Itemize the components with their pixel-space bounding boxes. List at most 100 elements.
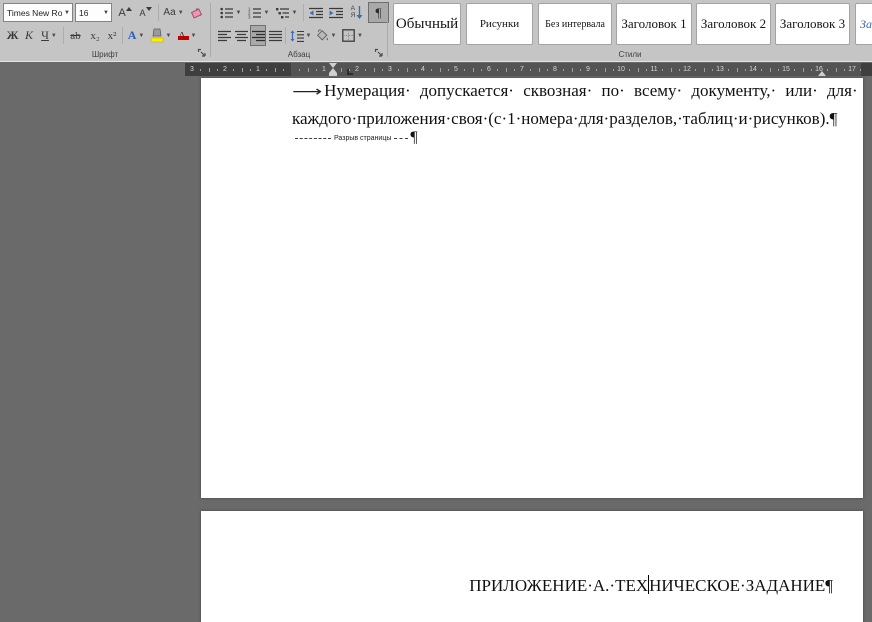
ruler-number: 9 <box>586 66 590 73</box>
ruler-number: 4 <box>421 66 425 73</box>
horizontal-ruler[interactable]: 3211234567891011121314151617 <box>185 63 872 76</box>
ruler-tick <box>728 69 729 71</box>
highlight-color-button[interactable]: ▼ <box>148 25 173 46</box>
svg-text:3: 3 <box>248 14 251 18</box>
ruler-number: 2 <box>223 66 227 73</box>
shading-button[interactable]: ▼ <box>314 25 338 46</box>
page-break-dash-right <box>394 138 408 139</box>
ruler-tick <box>596 69 597 71</box>
ruler-tick <box>382 69 383 71</box>
bullet-list-button[interactable]: ▼ <box>217 2 244 23</box>
ruler-tick <box>233 69 234 71</box>
heading-text-after-cursor: НИЧЕСКОЕ·ЗАДАНИЕ <box>649 576 825 595</box>
style-card-heading2[interactable]: Заголовок 2 <box>696 3 771 45</box>
borders-button[interactable]: ▼ <box>339 25 366 46</box>
ruler-tick <box>200 69 201 71</box>
strikethrough-button[interactable]: ab <box>65 25 86 46</box>
tab-stop-marker[interactable] <box>347 69 353 75</box>
subscript-button[interactable]: x₂ <box>87 25 103 46</box>
subscript-icon: x₂ <box>90 30 99 42</box>
ruler-text-area-band <box>291 63 861 76</box>
font-dialog-launcher-icon[interactable] <box>197 48 207 58</box>
line-2-text: каждого·приложения·своя·(с·1·номера·для·… <box>292 109 837 128</box>
heading-pilcrow: ¶ <box>825 576 833 595</box>
style-card-heading3[interactable]: Заголовок 3 <box>775 3 850 45</box>
ruler-tick <box>671 68 672 72</box>
font-color-button[interactable]: А ▼ <box>174 25 198 46</box>
ruler-tick <box>308 68 309 72</box>
ruler-number: 3 <box>388 66 392 73</box>
align-right-button[interactable] <box>250 25 266 46</box>
ruler-tick <box>440 68 441 72</box>
style-card-risunki[interactable]: Рисунки <box>466 3 533 45</box>
style-card-no-spacing[interactable]: Без интервала <box>538 3 612 45</box>
numbered-list-button[interactable]: 1 2 3 ▼ <box>245 2 272 23</box>
increase-indent-button[interactable] <box>326 2 345 23</box>
ruler-tick <box>704 68 705 72</box>
pilcrow-icon: ¶ <box>376 5 382 21</box>
style-card-normal[interactable]: Обычный <box>393 3 461 45</box>
style-card-partial[interactable]: Заго <box>855 3 872 45</box>
show-formatting-marks-button[interactable]: ¶ <box>368 2 389 23</box>
page-1[interactable]: ⟶Нумерация· допускается· сквозная· по· в… <box>201 78 863 498</box>
clear-formatting-button[interactable]: А <box>188 2 206 23</box>
ruler-tick <box>580 69 581 71</box>
justify-icon <box>269 30 282 42</box>
italic-button[interactable]: К <box>22 25 36 46</box>
ruler-number: 1 <box>256 66 260 73</box>
bold-button[interactable]: Ж <box>4 25 21 46</box>
page-2[interactable]: ПРИЛОЖЕНИЕ·А.·ТЕХНИЧЕСКОЕ·ЗАДАНИЕ¶ <box>201 511 863 622</box>
font-size-value: 16 <box>76 8 101 18</box>
ruler-tick <box>547 69 548 71</box>
multilevel-list-button[interactable]: ▼ <box>273 2 300 23</box>
ruler-tick <box>811 69 812 71</box>
grow-font-icon: А <box>118 7 125 19</box>
page-break-dash-left <box>295 138 331 139</box>
sort-button[interactable]: А Я <box>347 2 367 23</box>
ruler-tick <box>514 69 515 71</box>
ruler-number: 17 <box>848 66 856 73</box>
text-effects-button[interactable]: А▼ <box>125 25 147 46</box>
shrink-font-button[interactable]: А <box>136 2 155 23</box>
ruler-tick <box>217 69 218 71</box>
style-card-heading1[interactable]: Заголовок 1 <box>616 3 692 45</box>
ruler-tick <box>275 68 276 72</box>
grow-font-button[interactable]: А <box>115 2 135 23</box>
ruler-tick <box>398 69 399 71</box>
paragraph-dialog-launcher-icon[interactable] <box>374 48 384 58</box>
change-case-button[interactable]: Аа▼ <box>160 2 187 23</box>
tab-character-mark: ⟶ <box>292 82 322 102</box>
left-indent-marker[interactable] <box>329 73 337 76</box>
ruler-tick <box>778 69 779 71</box>
decrease-indent-button[interactable] <box>306 2 325 23</box>
ruler-number: 8 <box>553 66 557 73</box>
font-name-combobox[interactable]: Times New Ron ▼ <box>3 3 73 22</box>
font-name-dropdown-icon[interactable]: ▼ <box>62 10 72 16</box>
ruler-tick <box>605 68 606 72</box>
superscript-button[interactable]: x² <box>104 25 120 46</box>
align-center-icon <box>235 30 248 42</box>
underline-button[interactable]: Ч▼ <box>37 25 61 46</box>
paragraph-group-label: Абзац <box>211 50 387 59</box>
ruler-number: 15 <box>782 66 790 73</box>
align-left-button[interactable] <box>216 25 232 46</box>
ruler-tick <box>431 69 432 71</box>
justify-button[interactable] <box>267 25 283 46</box>
right-indent-marker[interactable] <box>818 71 826 76</box>
ruler-tick <box>506 68 507 72</box>
ruler-tick <box>662 69 663 71</box>
multilevel-list-icon <box>276 7 290 19</box>
line-spacing-button[interactable]: ▼ <box>288 25 313 46</box>
ruler-tick <box>679 69 680 71</box>
borders-icon <box>342 29 355 42</box>
paragraph-line-2: каждого·приложения·своя·(с·1·номера·для·… <box>292 109 837 129</box>
document-canvas: 3211234567891011121314151617 ⟶Нумерация·… <box>0 62 872 622</box>
font-size-dropdown-icon[interactable]: ▼ <box>101 10 111 16</box>
ruler-tick <box>266 69 267 71</box>
decrease-indent-icon <box>309 7 323 19</box>
align-center-button[interactable] <box>233 25 249 46</box>
shading-bucket-icon <box>316 29 329 42</box>
clear-formatting-icon: А <box>193 7 200 19</box>
font-size-combobox[interactable]: 16 ▼ <box>75 3 112 22</box>
ruler-tick <box>770 68 771 72</box>
